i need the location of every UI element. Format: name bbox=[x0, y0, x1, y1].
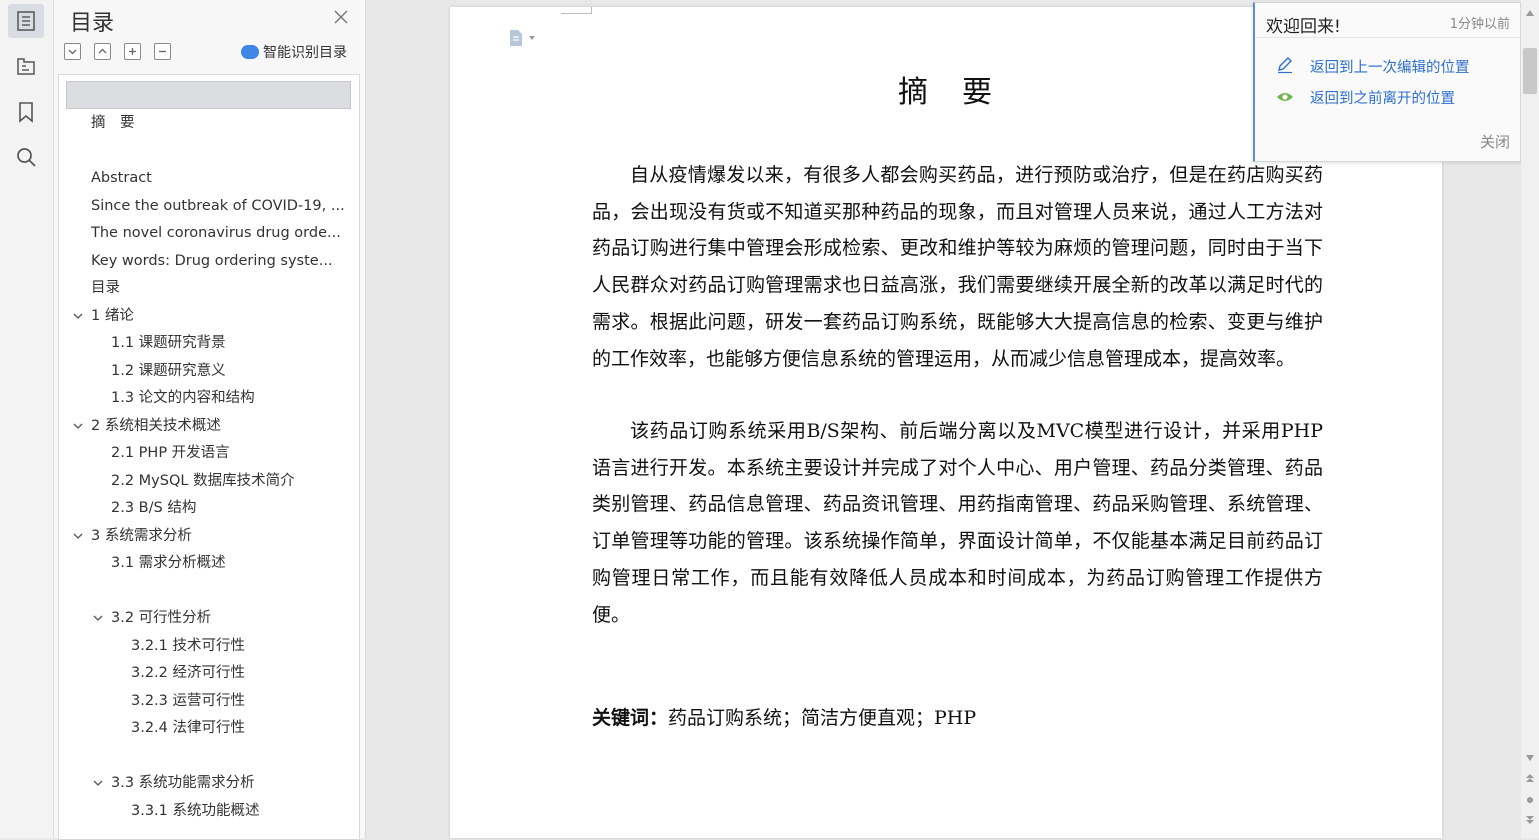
smart-toc-label: 智能识别目录 bbox=[263, 45, 347, 61]
eye-icon bbox=[1277, 93, 1293, 101]
minus-icon bbox=[159, 50, 166, 53]
caret-down-icon bbox=[529, 36, 535, 40]
toc-item[interactable]: 3.2.1 技术可行性 bbox=[131, 636, 245, 656]
vertical-scrollbar[interactable] bbox=[1521, 0, 1539, 838]
popup-close-button[interactable]: 关闭 bbox=[1480, 131, 1510, 152]
abstract-paragraph-1: 自从疫情爆发以来，有很多人都会购买药品，进行预防或治疗，但是在药店购买药品，会出… bbox=[592, 164, 1323, 370]
bookmark-icon[interactable] bbox=[8, 95, 44, 129]
chevron-down-icon[interactable] bbox=[72, 530, 84, 542]
toc-item[interactable]: 2.3 B/S 结构 bbox=[111, 498, 196, 518]
plus-icon bbox=[129, 48, 136, 55]
paste-options-button[interactable] bbox=[507, 29, 536, 47]
toc-item[interactable]: The novel coronavirus drug orde... bbox=[91, 223, 341, 243]
toc-item[interactable]: 2.2 MySQL 数据库技术简介 bbox=[111, 471, 295, 491]
toc-item[interactable]: 1 绪论 bbox=[91, 306, 134, 326]
remove-level-button[interactable] bbox=[154, 43, 171, 60]
scroll-up-arrow-icon[interactable] bbox=[1525, 8, 1535, 18]
divider bbox=[1255, 37, 1520, 38]
document-icon bbox=[510, 30, 522, 46]
scrollbar-thumb[interactable] bbox=[1523, 48, 1537, 94]
close-icon[interactable] bbox=[332, 8, 350, 26]
page-corner-mark bbox=[561, 7, 592, 14]
search-icon[interactable] bbox=[8, 140, 44, 174]
toc-item[interactable]: Since the outbreak of COVID-19, ... bbox=[91, 196, 345, 216]
toc-item[interactable]: 1.2 课题研究意义 bbox=[111, 361, 226, 381]
add-level-button[interactable] bbox=[124, 43, 141, 60]
keywords-text: 药品订购系统；简洁方便直观；PHP bbox=[668, 707, 977, 729]
chevron-down-icon[interactable] bbox=[92, 777, 104, 789]
toc-title: 目录 bbox=[70, 11, 115, 36]
chevron-down-icon[interactable] bbox=[92, 612, 104, 624]
toc-toolbar bbox=[64, 43, 171, 60]
keywords-label: 关键词： bbox=[592, 707, 669, 729]
chevron-down-icon[interactable] bbox=[72, 310, 84, 322]
popup-timestamp: 1分钟以前 bbox=[1449, 17, 1510, 32]
next-page-icon[interactable] bbox=[1525, 815, 1535, 825]
toc-selected-row[interactable] bbox=[66, 81, 351, 109]
toc-item[interactable]: 3.3.1 系统功能概述 bbox=[131, 801, 260, 821]
toc-item[interactable]: 3 系统需求分析 bbox=[91, 526, 192, 546]
chevron-down-icon bbox=[68, 49, 77, 55]
toc-item[interactable]: 3.3 系统功能需求分析 bbox=[111, 773, 255, 793]
toc-item[interactable]: 2.1 PHP 开发语言 bbox=[111, 443, 230, 463]
page-jump-icon[interactable] bbox=[1525, 795, 1535, 805]
chevron-up-icon bbox=[98, 48, 107, 54]
toc-item[interactable]: 2 系统相关技术概述 bbox=[91, 416, 221, 436]
scroll-down-arrow-icon[interactable] bbox=[1525, 753, 1535, 763]
welcome-back-popup: 欢迎回来! 1分钟以前 返回到上一次编辑的位置 返回到之前离开的位置 关闭 bbox=[1253, 2, 1521, 162]
toc-item[interactable]: 3.1 需求分析概述 bbox=[111, 553, 226, 573]
toc-list: 摘 要 Abstract Since the outbreak of COVID-1… bbox=[58, 74, 360, 840]
abstract-paragraph-2: 该药品订购系统采用B/S架构、前后端分离以及MVC模型进行设计，并采用PHP语言… bbox=[592, 420, 1323, 626]
ai-icon bbox=[241, 45, 259, 59]
collapse-all-button[interactable] bbox=[94, 43, 111, 60]
return-last-position-link[interactable]: 返回到之前离开的位置 bbox=[1310, 87, 1455, 108]
keywords-line: 关键词：药品订购系统；简洁方便直观；PHP bbox=[592, 703, 976, 730]
pencil-icon bbox=[1278, 57, 1292, 74]
toc-item[interactable]: 3.2.2 经济可行性 bbox=[131, 663, 245, 683]
chevron-down-icon[interactable] bbox=[72, 420, 84, 432]
popup-title: 欢迎回来! bbox=[1266, 17, 1341, 37]
toc-panel: 目录 智能识别目录 摘 要 Abstract Since the outbreak … bbox=[54, 0, 366, 840]
toc-item[interactable]: 1.3 论文的内容和结构 bbox=[111, 388, 255, 408]
smart-toc-button[interactable]: 智能识别目录 bbox=[241, 42, 347, 62]
tree-icon[interactable] bbox=[8, 49, 44, 83]
toc-item[interactable]: Key words: Drug ordering syste... bbox=[91, 251, 333, 271]
return-last-edit-link[interactable]: 返回到上一次编辑的位置 bbox=[1310, 56, 1470, 77]
expand-all-button[interactable] bbox=[64, 43, 81, 60]
toc-item[interactable]: 1.1 课题研究背景 bbox=[111, 333, 226, 353]
toc-item[interactable]: 3.2.3 运营可行性 bbox=[131, 691, 245, 711]
prev-page-icon[interactable] bbox=[1525, 773, 1535, 783]
toc-icon[interactable] bbox=[8, 4, 44, 38]
left-icon-rail bbox=[0, 0, 54, 838]
toc-item[interactable]: 目录 bbox=[91, 278, 120, 298]
toc-item[interactable]: 3.2 可行性分析 bbox=[111, 608, 211, 628]
toc-item[interactable]: 摘 要 bbox=[91, 113, 135, 133]
toc-item[interactable]: Abstract bbox=[91, 168, 152, 188]
toc-item[interactable]: 3.2.4 法律可行性 bbox=[131, 718, 245, 738]
